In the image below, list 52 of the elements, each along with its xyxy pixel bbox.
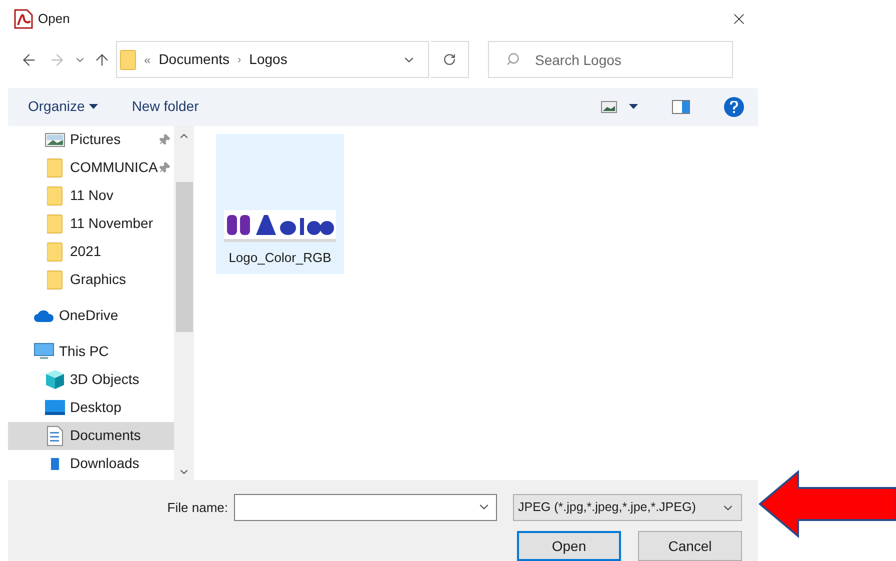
refresh-icon <box>443 53 456 66</box>
nav-item[interactable]: OneDrive <box>8 302 174 330</box>
folder-icon <box>120 50 136 70</box>
organize-menu[interactable]: Organize <box>28 96 98 118</box>
nav-item[interactable]: Documents <box>8 422 174 450</box>
folder-icon <box>47 186 63 206</box>
nav-item[interactable]: Desktop <box>8 394 174 422</box>
search-icon <box>506 52 520 66</box>
view-options-button[interactable] <box>601 100 638 113</box>
document-icon <box>47 426 63 446</box>
image-icon <box>45 132 65 146</box>
nav-item[interactable]: 11 November <box>8 210 174 238</box>
cloud-icon <box>34 310 54 322</box>
file-name-label: File name: <box>167 498 228 517</box>
nav-item[interactable]: 3D Objects <box>8 366 174 394</box>
nav-item[interactable]: 11 Nov <box>8 182 174 210</box>
folder-icon <box>47 214 63 234</box>
file-type-dropdown[interactable]: JPEG (*.jpg,*.jpeg,*.jpe,*.JPEG) <box>513 494 742 521</box>
nav-item[interactable]: Graphics <box>8 266 174 294</box>
address-bar[interactable]: « Documents › Logos <box>116 41 429 78</box>
dialog-button[interactable]: Cancel <box>638 531 742 561</box>
folder-icon <box>47 242 63 262</box>
monitor-icon <box>34 343 54 360</box>
breadcrumb-item[interactable]: Documents <box>158 49 230 70</box>
window-title: Open <box>38 10 70 28</box>
pane-icon <box>672 100 690 114</box>
nav-item[interactable]: COMMUNICA <box>8 154 174 182</box>
cube-icon <box>46 370 64 389</box>
nav-item[interactable]: Downloads <box>8 450 174 478</box>
dialog-button[interactable]: Open <box>517 531 621 561</box>
desktop-icon <box>45 400 65 415</box>
breadcrumb-item[interactable]: Logos <box>249 49 288 70</box>
help-icon <box>730 100 738 113</box>
image-icon <box>601 100 617 113</box>
help-button[interactable] <box>724 96 744 117</box>
overflow-chevrons[interactable]: « <box>144 50 151 69</box>
caret-icon <box>629 104 638 110</box>
pdf-icon <box>14 8 34 29</box>
nav-item[interactable]: Pictures <box>8 126 174 154</box>
search-field[interactable]: Search Logos <box>488 41 733 78</box>
folder-icon <box>47 270 63 290</box>
preview-pane-button[interactable] <box>672 100 690 114</box>
breadcrumb-separator: › <box>238 52 242 68</box>
caret-icon <box>88 104 98 110</box>
file-item[interactable]: Logo_Color_RGB <box>216 134 344 274</box>
scrollbar-thumb[interactable] <box>176 182 192 332</box>
nav-item[interactable]: This PC <box>8 338 174 366</box>
file-name-field[interactable] <box>234 494 497 521</box>
nav-item[interactable]: 2021 <box>8 238 174 266</box>
new-folder-button[interactable]: New folder <box>132 96 199 118</box>
folder-icon <box>47 158 63 178</box>
refresh-button[interactable] <box>431 41 469 78</box>
